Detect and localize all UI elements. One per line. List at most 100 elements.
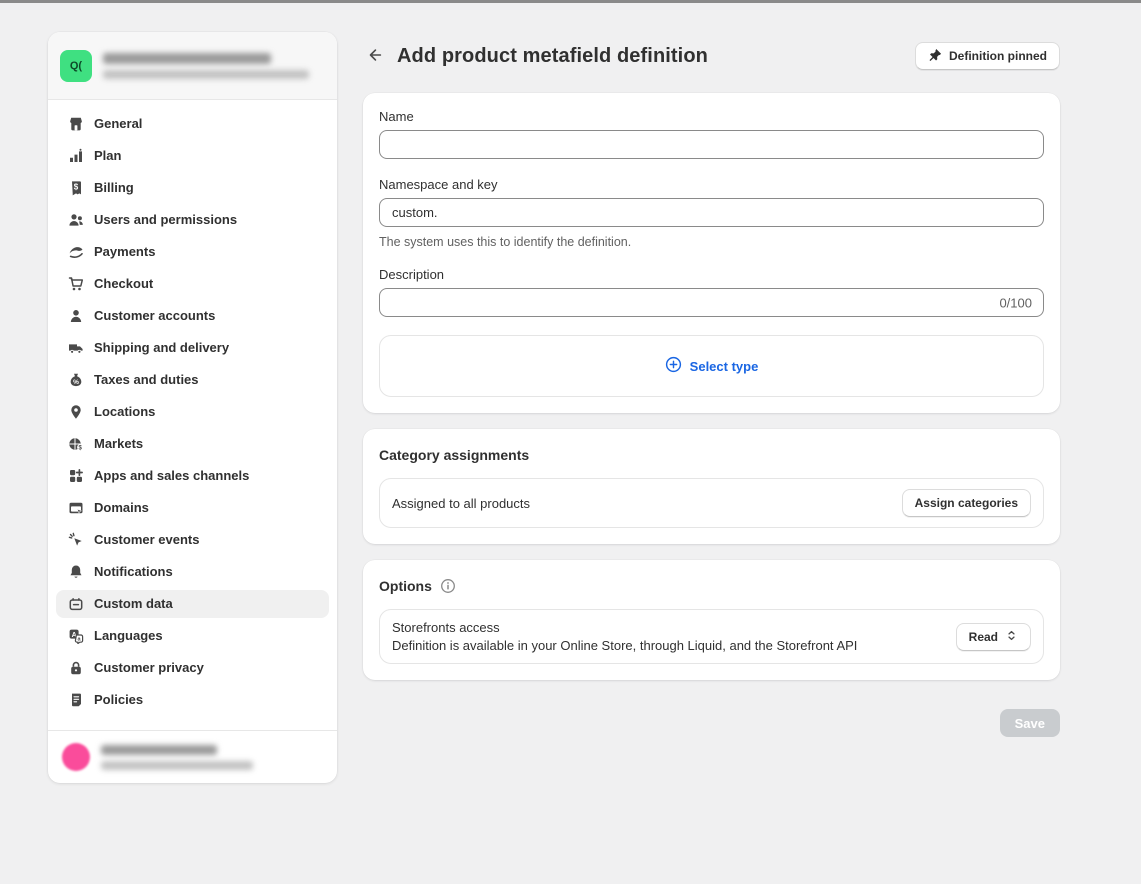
namespace-field-group: Namespace and key The system uses this t… (379, 177, 1044, 249)
user-meta (101, 745, 253, 770)
sidebar-item-custom-data[interactable]: Custom data (56, 590, 329, 618)
cursor-click-icon (68, 532, 84, 548)
definition-pinned-button[interactable]: Definition pinned (915, 42, 1060, 70)
store-switcher[interactable]: Q( (48, 32, 337, 100)
sidebar-item-label: General (94, 116, 142, 132)
sidebar-item-domains[interactable]: Domains (56, 494, 329, 522)
namespace-help-text: The system uses this to identify the def… (379, 235, 1044, 249)
namespace-label: Namespace and key (379, 177, 1044, 193)
sidebar-item-label: Apps and sales channels (94, 468, 249, 484)
assign-categories-button[interactable]: Assign categories (902, 489, 1031, 517)
document-icon (68, 692, 84, 708)
apps-grid-icon (68, 468, 84, 484)
save-button[interactable]: Save (1000, 709, 1060, 737)
definition-pinned-label: Definition pinned (949, 49, 1047, 63)
footer-actions: Save (363, 709, 1060, 737)
definition-form-card: Name Namespace and key The system uses t… (363, 93, 1060, 413)
store-url-redacted (103, 70, 309, 79)
globe-dollar-icon: $ (68, 436, 84, 452)
store-icon (68, 116, 84, 132)
sidebar-item-customer-privacy[interactable]: Customer privacy (56, 654, 329, 682)
sidebar-item-billing[interactable]: $Billing (56, 174, 329, 202)
category-assignments-title: Category assignments (379, 445, 1044, 465)
storefronts-access-text: Storefronts access Definition is availab… (392, 620, 857, 653)
sidebar-item-label: Domains (94, 500, 149, 516)
user-email-redacted (101, 761, 253, 770)
sidebar-item-label: Markets (94, 436, 143, 452)
person-icon (68, 308, 84, 324)
custom-data-icon (68, 596, 84, 612)
plan-icon (68, 148, 84, 164)
sidebar-item-apps-and-sales-channels[interactable]: Apps and sales channels (56, 462, 329, 490)
name-input[interactable] (379, 130, 1044, 159)
sidebar-item-label: Taxes and duties (94, 372, 199, 388)
category-assignment-row: Assigned to all products Assign categori… (379, 478, 1044, 528)
shopify-settings-page: Q( General Plan $Billing Users and permissi… (0, 0, 1141, 884)
sidebar-item-label: Users and permissions (94, 212, 237, 228)
select-type-container: Select type (379, 335, 1044, 397)
payments-icon (68, 244, 84, 260)
category-assignments-card: Category assignments Assigned to all pro… (363, 429, 1060, 544)
window-top-strip (0, 0, 1141, 3)
sidebar-item-customer-accounts[interactable]: Customer accounts (56, 302, 329, 330)
select-type-button[interactable]: Select type (665, 356, 759, 376)
store-initials: Q( (70, 60, 82, 72)
storefronts-access-select[interactable]: Read (956, 623, 1031, 651)
category-status-text: Assigned to all products (392, 496, 530, 511)
sidebar-item-label: Payments (94, 244, 155, 260)
svg-text:$: $ (74, 183, 79, 192)
page-header: Add product metafield definition Definit… (363, 42, 1060, 70)
sidebar-item-label: Languages (94, 628, 163, 644)
description-input[interactable] (379, 288, 1044, 317)
user-account-row[interactable] (48, 730, 337, 783)
sidebar-item-languages[interactable]: Aa Languages (56, 622, 329, 650)
settings-nav: General Plan $Billing Users and permissions… (48, 100, 337, 730)
sidebar-item-general[interactable]: General (56, 110, 329, 138)
name-field-group: Name (379, 109, 1044, 159)
settings-sidebar: Q( General Plan $Billing Users and permissi… (48, 32, 337, 783)
sidebar-item-notifications[interactable]: Notifications (56, 558, 329, 586)
pin-icon (928, 48, 942, 65)
sidebar-item-label: Checkout (94, 276, 153, 292)
info-icon[interactable] (440, 578, 456, 594)
bell-icon (68, 564, 84, 580)
sidebar-item-plan[interactable]: Plan (56, 142, 329, 170)
description-label: Description (379, 267, 1044, 283)
sidebar-item-users-and-permissions[interactable]: Users and permissions (56, 206, 329, 234)
sidebar-item-label: Custom data (94, 596, 173, 612)
users-icon (68, 212, 84, 228)
billing-icon: $ (68, 180, 84, 196)
sidebar-item-payments[interactable]: Payments (56, 238, 329, 266)
lock-icon (68, 660, 84, 676)
options-card: Options Storefronts access Definition is… (363, 560, 1060, 680)
back-button[interactable] (363, 44, 387, 68)
options-title: Options (379, 576, 432, 596)
sidebar-item-label: Customer accounts (94, 308, 215, 324)
namespace-key-input[interactable] (379, 198, 1044, 227)
description-input-wrap: 0/100 (379, 288, 1044, 317)
plus-circle-icon (665, 356, 682, 376)
translate-icon: Aa (68, 628, 84, 644)
truck-icon (68, 340, 84, 356)
location-pin-icon (68, 404, 84, 420)
sidebar-item-policies[interactable]: Policies (56, 686, 329, 714)
sidebar-item-shipping-and-delivery[interactable]: Shipping and delivery (56, 334, 329, 362)
back-arrow-icon (366, 46, 384, 67)
sidebar-item-customer-events[interactable]: Customer events (56, 526, 329, 554)
sidebar-item-label: Customer events (94, 532, 199, 548)
name-label: Name (379, 109, 1044, 125)
description-field-group: Description 0/100 (379, 267, 1044, 317)
store-meta (103, 53, 309, 79)
main-content: Add product metafield definition Definit… (363, 42, 1060, 737)
sidebar-item-locations[interactable]: Locations (56, 398, 329, 426)
user-avatar (62, 743, 90, 771)
sidebar-item-taxes-and-duties[interactable]: %Taxes and duties (56, 366, 329, 394)
sidebar-item-label: Notifications (94, 564, 173, 580)
checkout-icon (68, 276, 84, 292)
sidebar-item-markets[interactable]: $ Markets (56, 430, 329, 458)
storefronts-access-value: Read (969, 630, 998, 644)
storefronts-access-row: Storefronts access Definition is availab… (379, 609, 1044, 664)
sidebar-item-checkout[interactable]: Checkout (56, 270, 329, 298)
page-title: Add product metafield definition (397, 45, 708, 68)
storefronts-access-title: Storefronts access (392, 620, 857, 635)
